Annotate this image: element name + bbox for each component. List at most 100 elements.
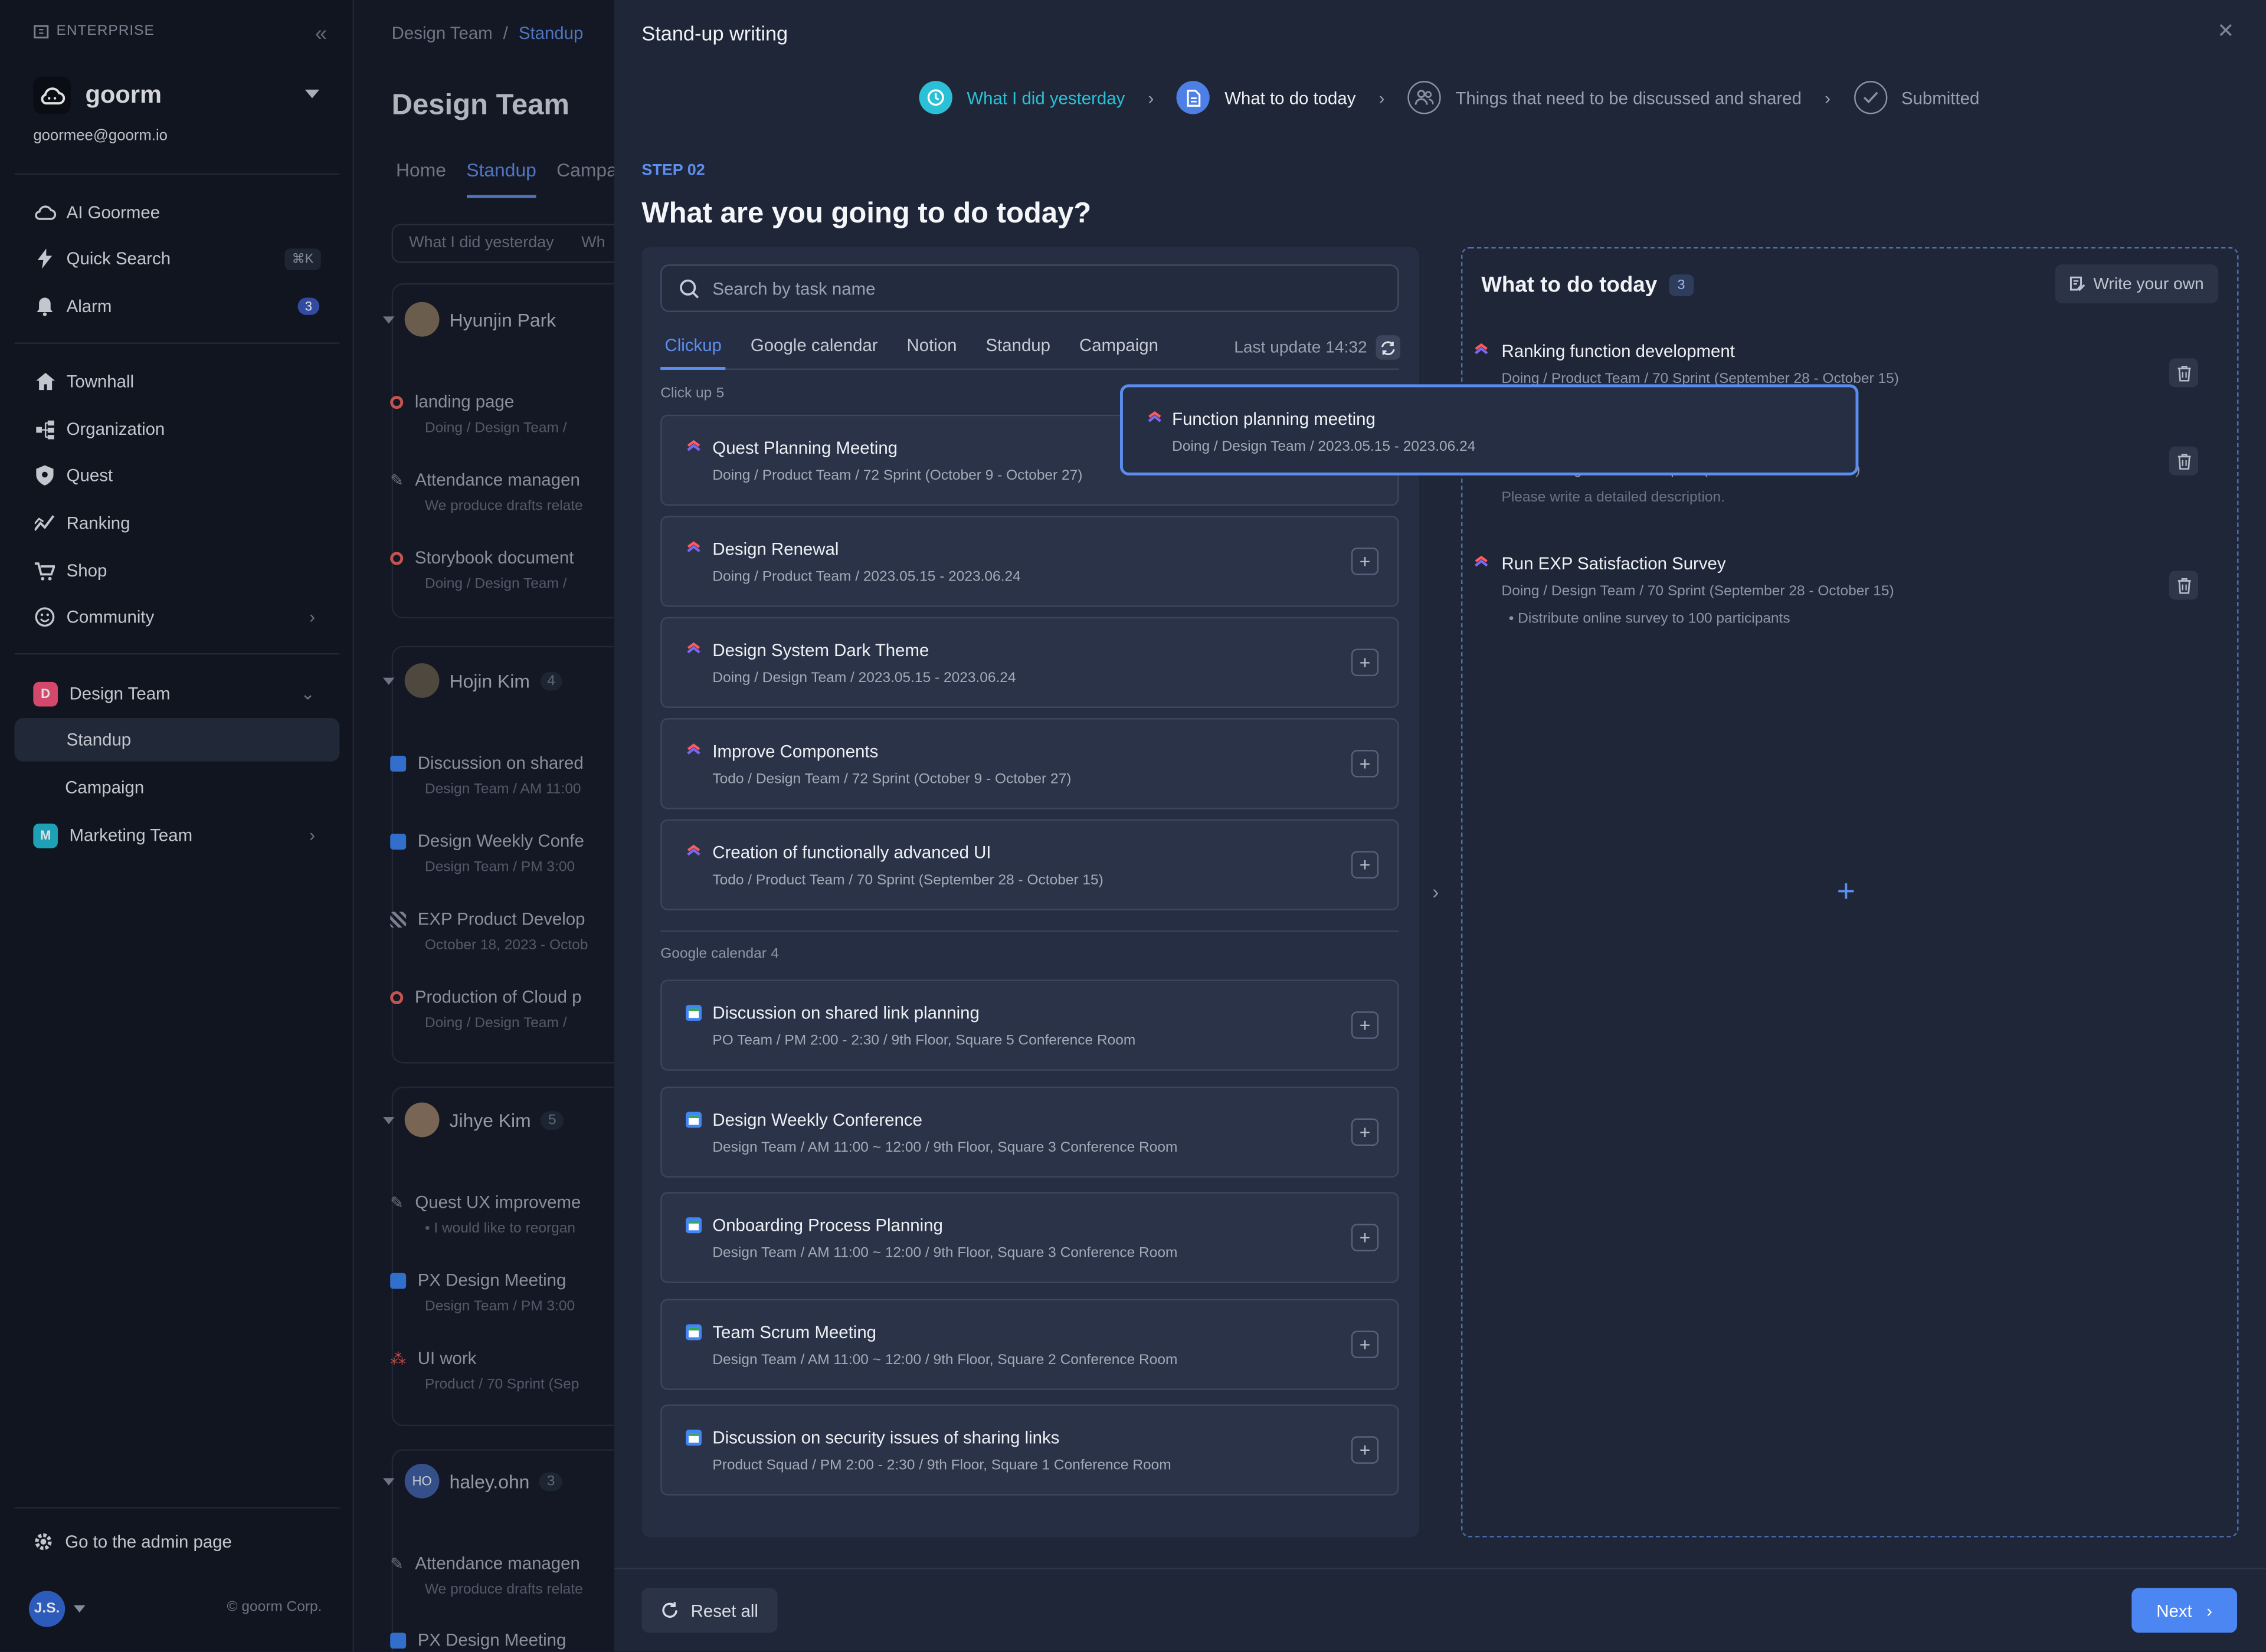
task-card[interactable]: Improve Components Todo / Design Team / … — [660, 718, 1399, 809]
standup-writing-drawer: Stand-up writing ✕ What I did yesterday … — [614, 0, 2266, 1652]
group-title: Click up — [660, 385, 712, 402]
step-label: Things that need to be discussed and sha… — [1455, 87, 1802, 108]
task-title: Design Renewal — [712, 539, 839, 559]
event-meta: Design Team / AM 11:00 ~ 12:00 / 9th Flo… — [712, 1245, 1178, 1261]
step-today[interactable]: What to do today — [1177, 81, 1355, 114]
clickup-icon — [1475, 555, 1488, 567]
event-card[interactable]: Discussion on shared link planning PO Te… — [660, 979, 1399, 1071]
add-task-button[interactable]: + — [1351, 750, 1379, 778]
move-right-icon[interactable]: › — [1432, 880, 1439, 903]
last-update-text: Last update 14:32 — [1234, 339, 1367, 356]
clickup-icon — [1148, 411, 1161, 422]
add-event-button[interactable]: + — [1351, 1330, 1379, 1359]
task-card[interactable]: Design Renewal Doing / Product Team / 20… — [660, 516, 1399, 607]
tab-clickup[interactable]: Clickup — [660, 332, 726, 370]
today-item-title: Run EXP Satisfaction Survey — [1501, 553, 1726, 574]
add-event-button[interactable]: + — [1351, 1011, 1379, 1039]
add-task-button[interactable]: + — [1351, 648, 1379, 677]
write-your-own-label: Write your own — [2093, 275, 2204, 293]
next-label: Next — [2156, 1600, 2192, 1621]
task-card[interactable]: Creation of functionally advanced UI Tod… — [660, 819, 1399, 910]
event-meta: Design Team / AM 11:00 ~ 12:00 / 9th Flo… — [712, 1140, 1178, 1156]
clickup-icon — [687, 844, 700, 856]
today-count-badge: 3 — [1668, 274, 1694, 297]
drawer-footer: Reset all Next › — [614, 1568, 2266, 1651]
task-title: Quest Planning Meeting — [712, 438, 898, 458]
step-label: Submitted — [1901, 87, 1980, 108]
task-meta: Doing / Design Team / 2023.05.15 - 2023.… — [1172, 439, 1476, 455]
chevron-right-icon: › — [1148, 87, 1154, 108]
tab-campaign[interactable]: Campaign — [1075, 332, 1163, 370]
search-box[interactable] — [660, 264, 1399, 312]
close-icon[interactable]: ✕ — [2217, 19, 2234, 44]
event-meta: Product Squad / PM 2:00 - 2:30 / 9th Flo… — [712, 1458, 1171, 1474]
task-title: Creation of functionally advanced UI — [712, 842, 991, 863]
document-icon — [1177, 81, 1210, 114]
last-update: Last update 14:32 — [1234, 335, 1401, 360]
delete-item-button[interactable] — [2169, 571, 2198, 600]
trash-icon — [2177, 453, 2190, 469]
group-count: 4 — [771, 946, 779, 963]
today-item-meta: Doing / Design Team / 70 Sprint (Septemb… — [1501, 584, 1894, 600]
event-card[interactable]: Design Weekly Conference Design Team / A… — [660, 1086, 1399, 1178]
delete-item-button[interactable] — [2169, 446, 2198, 476]
search-icon — [680, 278, 699, 298]
add-event-button[interactable]: + — [1351, 1436, 1379, 1464]
today-item-title: Ranking function development — [1501, 340, 1735, 362]
chevron-right-icon: › — [2206, 1600, 2213, 1621]
tab-google-calendar[interactable]: Google calendar — [746, 332, 882, 370]
clickup-icon — [687, 642, 700, 654]
drawer-title: Stand-up writing — [641, 21, 788, 45]
modal-overlay[interactable] — [0, 0, 614, 1652]
search-input[interactable] — [712, 278, 1348, 299]
note-edit-icon — [2069, 276, 2085, 291]
add-icon[interactable]: + — [1837, 875, 1855, 907]
google-calendar-icon — [686, 1112, 702, 1128]
tab-notion[interactable]: Notion — [902, 332, 961, 370]
event-title: Onboarding Process Planning — [712, 1215, 943, 1235]
step-submitted[interactable]: Submitted — [1854, 81, 1979, 114]
task-meta: Doing / Design Team / 2023.05.15 - 2023.… — [712, 670, 1016, 687]
dragging-task-card[interactable]: Function planning meeting Doing / Design… — [1119, 384, 1859, 476]
today-item[interactable]: Run EXP Satisfaction Survey Doing / Desi… — [1475, 553, 2198, 627]
step-label: What I did yesterday — [967, 87, 1125, 108]
clock-icon — [919, 81, 952, 114]
refresh-icon[interactable] — [1376, 335, 1401, 360]
reset-icon — [662, 1602, 677, 1618]
add-task-button[interactable]: + — [1351, 548, 1379, 575]
clickup-icon — [1475, 343, 1488, 355]
add-event-button[interactable]: + — [1351, 1224, 1379, 1251]
event-card[interactable]: Onboarding Process Planning Design Team … — [660, 1192, 1399, 1283]
task-meta: Doing / Product Team / 72 Sprint (Octobe… — [712, 468, 1083, 484]
event-title: Team Scrum Meeting — [712, 1322, 877, 1343]
next-button[interactable]: Next › — [2131, 1588, 2238, 1633]
group-title: Google calendar — [660, 946, 767, 963]
clickup-icon — [687, 743, 700, 755]
event-title: Discussion on shared link planning — [712, 1002, 980, 1023]
clickup-icon — [687, 440, 700, 451]
task-meta: Todo / Design Team / 72 Sprint (October … — [712, 771, 1072, 788]
group-divider — [660, 930, 1399, 932]
step-yesterday[interactable]: What I did yesterday — [919, 81, 1125, 114]
google-calendar-icon — [686, 1005, 702, 1021]
step-discuss[interactable]: Things that need to be discussed and sha… — [1407, 81, 1802, 114]
tab-standup[interactable]: Standup — [981, 332, 1055, 370]
task-meta: Doing / Product Team / 2023.05.15 - 2023… — [712, 569, 1021, 585]
event-title: Design Weekly Conference — [712, 1109, 922, 1130]
event-card[interactable]: Discussion on security issues of sharing… — [660, 1404, 1399, 1496]
chevron-right-icon: › — [1378, 87, 1385, 108]
task-card[interactable]: Design System Dark Theme Doing / Design … — [660, 617, 1399, 709]
event-card[interactable]: Team Scrum Meeting Design Team / AM 11:0… — [660, 1299, 1399, 1390]
event-meta: PO Team / PM 2:00 - 2:30 / 9th Floor, Sq… — [712, 1033, 1136, 1049]
reset-label: Reset all — [690, 1600, 758, 1621]
today-item[interactable]: Ranking function development Doing / Pro… — [1475, 340, 2198, 388]
add-task-button[interactable]: + — [1351, 851, 1379, 879]
chevron-right-icon: › — [1825, 87, 1831, 108]
write-your-own-button[interactable]: Write your own — [2054, 264, 2219, 304]
add-event-button[interactable]: + — [1351, 1118, 1379, 1146]
task-title: Function planning meeting — [1172, 409, 1376, 430]
reset-all-button[interactable]: Reset all — [641, 1588, 777, 1633]
task-title: Improve Components — [712, 741, 879, 762]
trash-icon — [2177, 577, 2190, 594]
delete-item-button[interactable] — [2169, 358, 2198, 388]
